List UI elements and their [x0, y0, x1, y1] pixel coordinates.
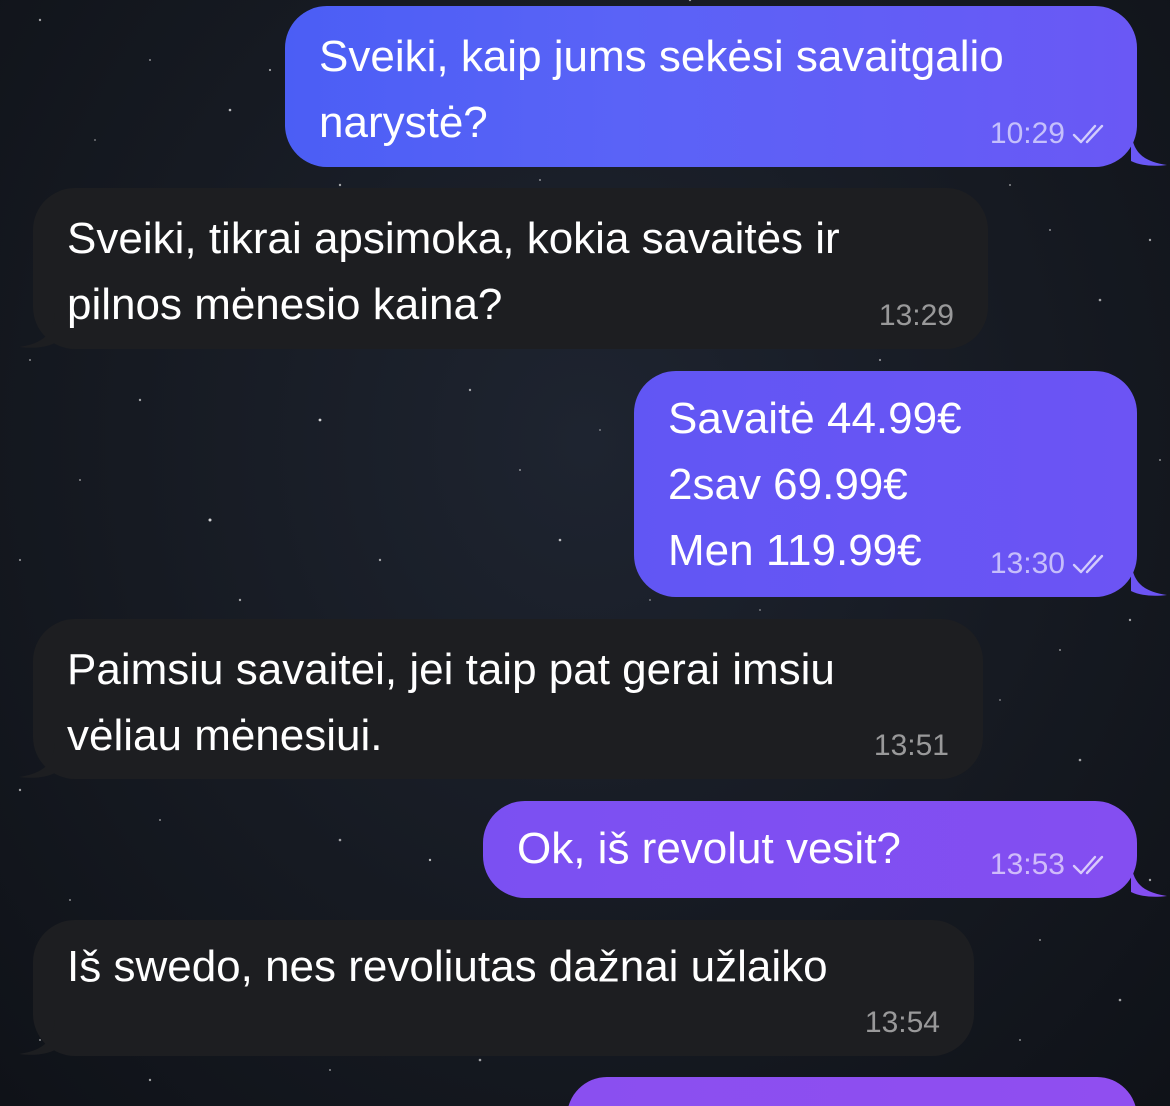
message-meta: 10:29: [990, 117, 1111, 151]
bubble-tail: [19, 1020, 55, 1055]
bubble-tail: [1131, 131, 1167, 166]
bubble-tail: [19, 313, 55, 348]
bubble-tail: [1131, 862, 1167, 897]
message-bubble-incoming[interactable]: Iš swedo, nes revoliutas dažnai užlaiko …: [19, 920, 974, 1056]
chat-view[interactable]: Sveiki, kaip jums sekėsi savaitgalio nar…: [0, 0, 1170, 1106]
message-bubble-incoming[interactable]: Paimsiu savaitei, jei taip pat gerai ims…: [19, 619, 983, 779]
message-meta: 13:30: [990, 547, 1111, 581]
message-time: 13:53: [989, 848, 1065, 881]
message-text: Iš swedo, nes revoliutas dažnai užlaiko: [67, 942, 828, 991]
message-text: Sveiki, kaip jums sekėsi savaitgalio nar…: [319, 32, 1004, 147]
message-time: 10:29: [989, 117, 1065, 150]
message-meta: 13:29: [879, 299, 954, 333]
message-time: 13:51: [873, 729, 949, 762]
message-text: Sveiki, tikrai apsimoka, kokia savaitės …: [67, 214, 840, 329]
message-bubble-incoming[interactable]: Sveiki, tikrai apsimoka, kokia savaitės …: [19, 188, 988, 349]
message-meta: 13:54: [865, 1006, 940, 1040]
message-time: 13:54: [864, 1006, 940, 1039]
message-bubble-outgoing[interactable]: Savaitė 44.99€ 2sav 69.99€ Men 119.99€ 1…: [634, 371, 1167, 597]
message-time: 13:29: [878, 299, 954, 332]
message-meta: 13:51: [874, 729, 949, 763]
double-check-icon: [1072, 554, 1104, 574]
double-check-icon: [1072, 124, 1104, 144]
message-time: 13:30: [989, 547, 1065, 580]
double-check-icon: [1072, 855, 1104, 875]
message-text: Paimsiu savaitei, jei taip pat gerai ims…: [67, 645, 835, 760]
message-bubble-outgoing-partial[interactable]: [567, 1077, 1137, 1106]
bubble-tail: [19, 743, 55, 778]
message-bubble-outgoing[interactable]: Ok, iš revolut vesit? 13:53: [483, 801, 1167, 898]
bubble-tail: [1131, 561, 1167, 596]
message-bubble-outgoing[interactable]: Sveiki, kaip jums sekėsi savaitgalio nar…: [285, 6, 1167, 167]
message-meta: 13:53: [990, 848, 1111, 882]
